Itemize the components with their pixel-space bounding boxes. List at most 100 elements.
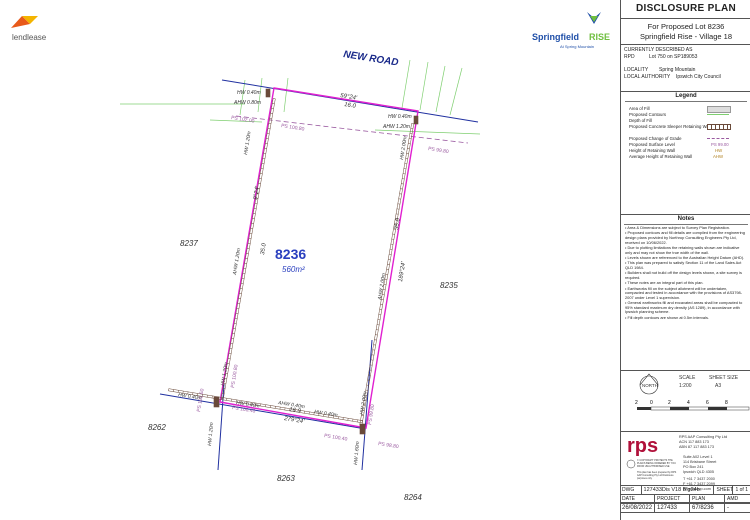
- neighbor-lot-8237: 8237: [180, 239, 198, 248]
- ahw-sample: AHW: [713, 154, 724, 159]
- hw-label: HW 1.60m: [353, 441, 361, 465]
- amd-label: AMD: [727, 496, 739, 502]
- note-item: • Proposed contours and fill details are…: [625, 230, 745, 245]
- svg-text:T +61 7 3437 2000: T +61 7 3437 2000: [683, 477, 715, 481]
- locality-value: Spring Mountain: [659, 67, 696, 73]
- hw-label: HW 1.20m: [243, 131, 253, 155]
- legend-title: Legend: [625, 92, 747, 102]
- svg-text:8: 8: [725, 400, 728, 406]
- ps-label: PS 100.80: [281, 123, 305, 133]
- ps-sample: PS 99.00: [711, 142, 729, 147]
- date-value: 26/08/2022: [620, 504, 655, 512]
- top-distance: 16.0: [344, 102, 357, 110]
- copyright-icon: [626, 459, 636, 469]
- legend: Legend Area of Fill Proposed Contours De…: [621, 92, 750, 215]
- dwg-label: DWG: [620, 486, 642, 494]
- plan-label: PLAN: [690, 495, 725, 503]
- title-block-panel: DISCLOSURE PLAN For Proposed Lot 8236 Sp…: [620, 0, 750, 520]
- note-item: • This plan was prepared to satisfy Sect…: [625, 260, 742, 270]
- svg-text:6: 6: [706, 400, 709, 406]
- notes-list: • Area & Dimensions are subject to Surve…: [621, 225, 750, 320]
- sheet-value: 1 of 1: [735, 487, 748, 493]
- authority-row: LOCAL AUTHORITY Ipswich City Council: [624, 74, 744, 81]
- neighbor-lot-8235: 8235: [440, 281, 458, 290]
- ps-label: PS 99.80: [428, 146, 449, 155]
- svg-text:A3: A3: [715, 383, 721, 389]
- lot-area: 560m²: [282, 265, 305, 274]
- notes-title: Notes: [624, 215, 748, 225]
- svg-text:ABN 87 117 883 173: ABN 87 117 883 173: [679, 445, 714, 449]
- scale-graphic: NORTH SCALE 1:200 SHEET SIZE A3 2 0 2 4 …: [635, 373, 750, 411]
- fill-area-swatch: [707, 106, 731, 113]
- project-label: PROJECT: [655, 495, 690, 503]
- hw-sample: HW: [715, 148, 723, 153]
- note-item: • General earthworks fill and excavated …: [625, 300, 743, 315]
- subtitle-line-1: For Proposed Lot 8236: [647, 22, 725, 31]
- neighbor-lot-8264: 8264: [404, 493, 422, 502]
- svg-text:1:200: 1:200: [679, 383, 692, 389]
- site-plan-drawing: NEW ROAD 8236 560m² 8237 8235 8262 8263 …: [120, 49, 481, 502]
- proposed-contours: [120, 59, 481, 135]
- legend-item: Proposed Change of Grade: [629, 136, 682, 141]
- ps-label: PS 100.40: [324, 433, 348, 443]
- title-block-footer: DWG 127433Dis V18 Blg24b SHEET 1 of 1 DA…: [620, 485, 750, 513]
- legend-item: Area of Fill: [629, 106, 650, 111]
- svg-text:4: 4: [687, 400, 690, 406]
- note-item: • Fill depth contours are shown at 0.5m …: [625, 314, 709, 320]
- legend-item: Proposed Surface Level: [629, 142, 675, 147]
- authority-value: Ipswich City Council: [676, 74, 721, 80]
- left-bearing: 9°24': [253, 185, 261, 200]
- legend-item: Depth of Fill: [629, 118, 652, 123]
- contour-swatch: [707, 114, 729, 115]
- plan-subtitle: For Proposed Lot 8236 Springfield Rise -…: [621, 19, 750, 45]
- svg-text:NORTH: NORTH: [642, 383, 658, 388]
- dwg-value: 127433Dis V18 Blg24b: [642, 486, 715, 494]
- hw-label: HW 1.20m: [207, 422, 215, 446]
- lot-number: 8236: [275, 246, 306, 262]
- svg-text:ACN 117 883 173: ACN 117 883 173: [679, 440, 709, 444]
- change-of-grade-line: [235, 115, 469, 144]
- disclosure-plan-sheet: lendlease Springfield RISE At Spring Mou…: [0, 0, 750, 520]
- plan-title: DISCLOSURE PLAN: [621, 0, 750, 19]
- neighbor-lot-8263: 8263: [277, 474, 295, 483]
- svg-text:0: 0: [650, 400, 653, 406]
- ps-label: PS 100.80: [230, 364, 240, 388]
- note-item: • Builders shall not build off the desig…: [625, 270, 743, 280]
- property-description: CURRENTLY DESCRIBED AS RPD Lot 750 on SP…: [621, 45, 750, 92]
- locality-label: LOCALITY: [624, 67, 649, 73]
- right-bearing: 189°24': [398, 261, 407, 283]
- ahw-label: AHW 0.80m: [233, 100, 261, 106]
- amd-value: -: [727, 505, 729, 511]
- rps-logo: rps: [627, 435, 658, 457]
- meta-labels-row: DATE PROJECT PLAN AMD: [620, 495, 750, 504]
- svg-text:2: 2: [668, 400, 671, 406]
- note-item: • Earthworks fill on the subject allotme…: [625, 285, 743, 300]
- disclaimer-note: This plan has been prepared by RPS AAP C…: [637, 471, 677, 480]
- authority-label: LOCAL AUTHORITY: [624, 74, 671, 80]
- left-distance: 35.0: [260, 242, 268, 255]
- legend-item: Height of Retaining Wall: [629, 148, 675, 153]
- meta-values-row: 26/08/2022 127433 67/8236 -: [620, 504, 750, 513]
- svg-text:SHEET SIZE: SHEET SIZE: [709, 375, 739, 381]
- described-as-header: CURRENTLY DESCRIBED AS: [624, 47, 693, 53]
- scale-bar: 2 0 2 4 6 8: [635, 400, 750, 411]
- copyright-note: © COPYRIGHT PROTECTS THE PLAN/S BEING OR…: [637, 459, 676, 468]
- svg-text:SCALE: SCALE: [679, 375, 696, 381]
- hw-label: HW 0.40m: [237, 90, 261, 96]
- dwg-row: DWG 127433Dis V18 Blg24b SHEET 1 of 1: [620, 486, 750, 495]
- rpd-value: Lot 750 on SP189053: [649, 54, 698, 60]
- plan-value: 67/8236: [690, 504, 725, 512]
- svg-text:2: 2: [635, 400, 638, 406]
- neighbor-lot-8262: 8262: [148, 423, 166, 432]
- locality-row: LOCALITY Spring Mountain: [624, 67, 744, 74]
- rpd-label: RPD: [624, 54, 635, 60]
- retaining-wall-swatch: [707, 124, 731, 130]
- svg-text:Suite A02 Level 1: Suite A02 Level 1: [683, 455, 713, 459]
- ahw-label: AHW 1.20m: [382, 124, 410, 130]
- ps-label: PS 101.60: [196, 388, 206, 412]
- rpd-row: RPD Lot 750 on SP189053: [624, 54, 744, 61]
- project-value: 127433: [655, 504, 690, 512]
- hw-label: HW 0.40m: [388, 114, 412, 120]
- subtitle-line-2: Springfield Rise - Village 18: [640, 32, 732, 41]
- note-item: • Due to plotting limitations the retain…: [625, 244, 740, 255]
